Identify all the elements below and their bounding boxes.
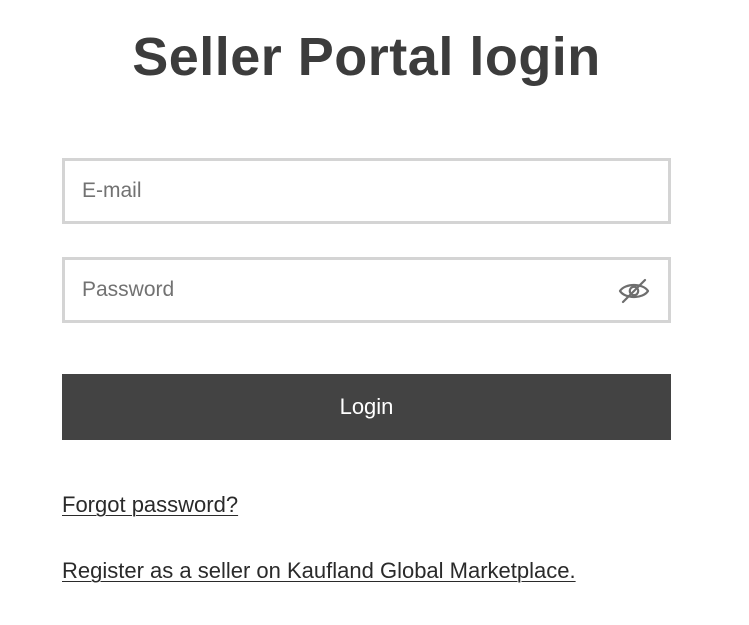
- email-field-container: [62, 158, 671, 224]
- eye-slash-icon[interactable]: [618, 277, 650, 305]
- forgot-password-link[interactable]: Forgot password?: [62, 492, 238, 518]
- email-field[interactable]: [65, 161, 668, 221]
- password-field-container: [62, 257, 671, 323]
- register-seller-link[interactable]: Register as a seller on Kaufland Global …: [62, 558, 576, 584]
- login-button[interactable]: Login: [62, 374, 671, 440]
- page-title: Seller Portal login: [132, 27, 601, 87]
- password-field[interactable]: [65, 260, 668, 320]
